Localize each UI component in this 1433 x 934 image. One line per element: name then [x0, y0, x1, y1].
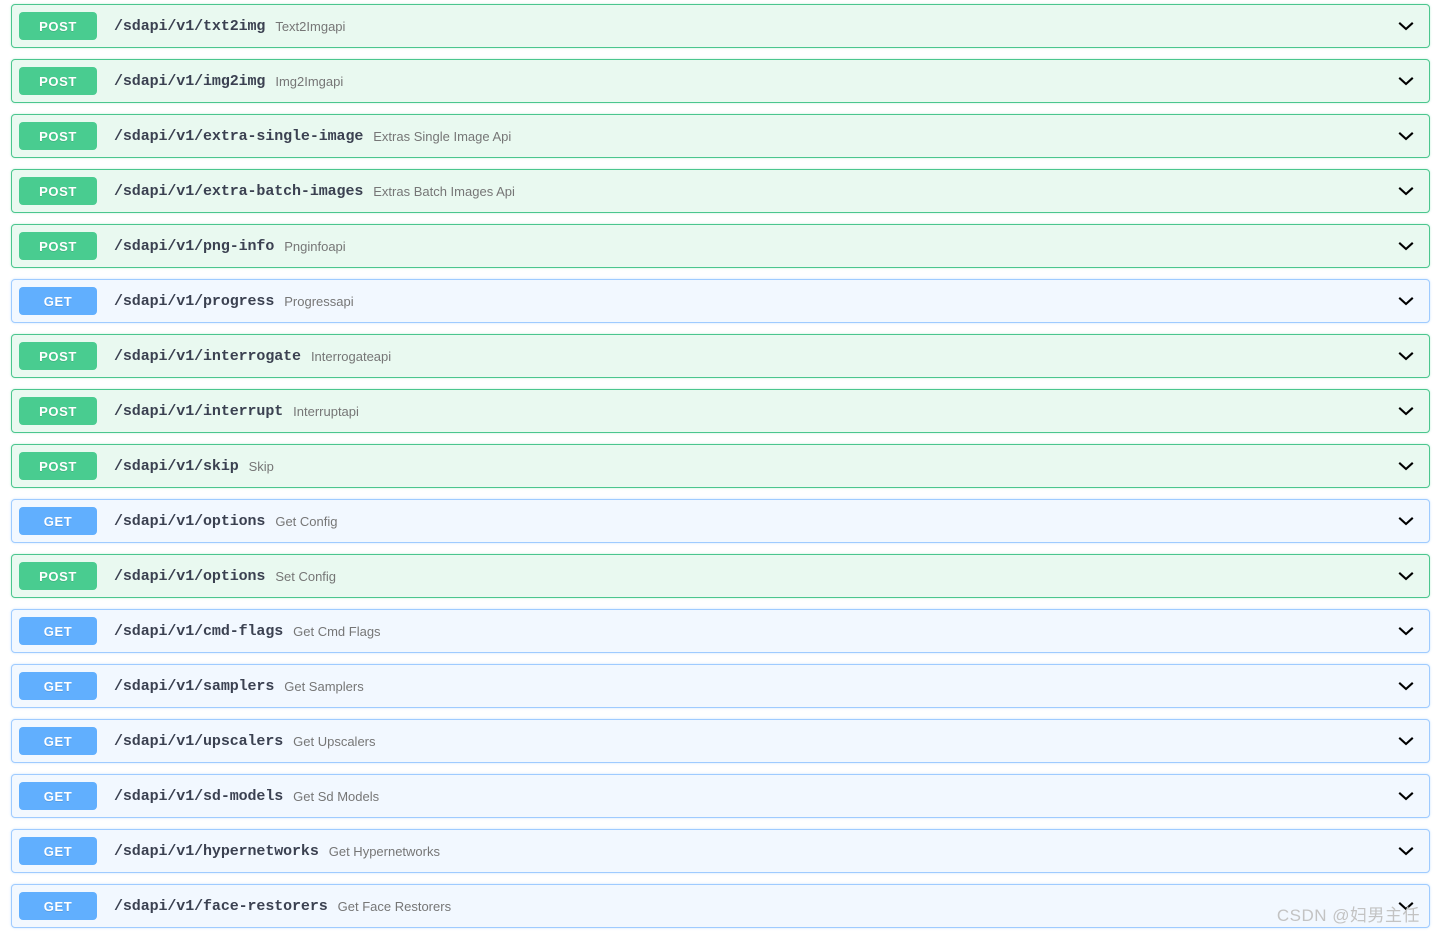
operation-summary: Img2Imgapi [275, 73, 344, 89]
method-badge-get: GET [19, 892, 97, 920]
operation-summary: Skip [248, 458, 274, 474]
operation-summary: Get Upscalers [293, 733, 376, 749]
method-badge-get: GET [19, 617, 97, 645]
chevron-down-icon[interactable] [1391, 346, 1421, 366]
chevron-down-icon[interactable] [1391, 401, 1421, 421]
chevron-down-icon[interactable] [1391, 291, 1421, 311]
operation-summary: Get Config [275, 513, 338, 529]
operation-summary: Set Config [275, 568, 337, 584]
operation-path: /sdapi/v1/txt2img [114, 17, 266, 35]
operation-row-get-sdapi-v1-samplers[interactable]: GET/sdapi/v1/samplers Get Samplers [11, 664, 1430, 708]
method-badge-get: GET [19, 672, 97, 700]
chevron-down-icon[interactable] [1391, 676, 1421, 696]
operation-row-post-sdapi-v1-txt2img[interactable]: POST/sdapi/v1/txt2img Text2Imgapi [11, 4, 1430, 48]
operation-summary: Get Cmd Flags [293, 623, 381, 639]
method-badge-post: POST [19, 562, 97, 590]
operation-summary: Extras Single Image Api [373, 128, 512, 144]
operation-row-post-sdapi-v1-img2img[interactable]: POST/sdapi/v1/img2img Img2Imgapi [11, 59, 1430, 103]
operation-path: /sdapi/v1/extra-single-image [114, 127, 364, 145]
chevron-down-icon[interactable] [1391, 731, 1421, 751]
operation-summary: Get Samplers [284, 678, 364, 694]
method-badge-post: POST [19, 452, 97, 480]
operation-path: /sdapi/v1/interrogate [114, 347, 301, 365]
chevron-down-icon[interactable] [1391, 71, 1421, 91]
method-badge-post: POST [19, 177, 97, 205]
operation-row-get-sdapi-v1-hypernetworks[interactable]: GET/sdapi/v1/hypernetworks Get Hypernetwo… [11, 829, 1430, 873]
chevron-down-icon[interactable] [1391, 456, 1421, 476]
operation-path: /sdapi/v1/face-restorers [114, 897, 328, 915]
operation-summary: Get Sd Models [293, 788, 380, 804]
method-badge-get: GET [19, 782, 97, 810]
operation-path: /sdapi/v1/skip [114, 457, 239, 475]
method-badge-get: GET [19, 507, 97, 535]
operation-path: /sdapi/v1/samplers [114, 677, 275, 695]
operation-path: /sdapi/v1/progress [114, 292, 275, 310]
operation-row-get-sdapi-v1-cmd-flags[interactable]: GET/sdapi/v1/cmd-flags Get Cmd Flags [11, 609, 1430, 653]
operation-row-post-sdapi-v1-extra-single-image[interactable]: POST/sdapi/v1/extra-single-image Extras S… [11, 114, 1430, 158]
operation-row-post-sdapi-v1-skip[interactable]: POST/sdapi/v1/skip Skip [11, 444, 1430, 488]
chevron-down-icon[interactable] [1391, 16, 1421, 36]
operation-summary: Interruptapi [293, 403, 359, 419]
operation-row-get-sdapi-v1-sd-models[interactable]: GET/sdapi/v1/sd-models Get Sd Models [11, 774, 1430, 818]
operation-path: /sdapi/v1/interrupt [114, 402, 284, 420]
chevron-down-icon[interactable] [1391, 181, 1421, 201]
operation-row-post-sdapi-v1-interrogate[interactable]: POST/sdapi/v1/interrogate Interrogateapi [11, 334, 1430, 378]
operation-summary: Interrogateapi [310, 348, 392, 364]
method-badge-get: GET [19, 837, 97, 865]
operation-path: /sdapi/v1/extra-batch-images [114, 182, 364, 200]
operation-row-post-sdapi-v1-options[interactable]: POST/sdapi/v1/options Set Config [11, 554, 1430, 598]
method-badge-post: POST [19, 67, 97, 95]
operation-row-post-sdapi-v1-extra-batch-images[interactable]: POST/sdapi/v1/extra-batch-images Extras B… [11, 169, 1430, 213]
operation-summary: Pnginfoapi [284, 238, 346, 254]
operation-path: /sdapi/v1/sd-models [114, 787, 284, 805]
operation-path: /sdapi/v1/png-info [114, 237, 275, 255]
operation-row-post-sdapi-v1-interrupt[interactable]: POST/sdapi/v1/interrupt Interruptapi [11, 389, 1430, 433]
operation-summary: Get Hypernetworks [328, 843, 440, 859]
operation-summary: Progressapi [284, 293, 354, 309]
chevron-down-icon[interactable] [1391, 786, 1421, 806]
method-badge-post: POST [19, 122, 97, 150]
operation-path: /sdapi/v1/options [114, 512, 266, 530]
operation-summary: Text2Imgapi [275, 18, 346, 34]
operation-summary: Get Face Restorers [337, 898, 452, 914]
method-badge-post: POST [19, 342, 97, 370]
chevron-down-icon[interactable] [1391, 126, 1421, 146]
method-badge-get: GET [19, 287, 97, 315]
operation-path: /sdapi/v1/options [114, 567, 266, 585]
operation-path: /sdapi/v1/upscalers [114, 732, 284, 750]
method-badge-get: GET [19, 727, 97, 755]
chevron-down-icon[interactable] [1391, 236, 1421, 256]
operation-path: /sdapi/v1/img2img [114, 72, 266, 90]
chevron-down-icon[interactable] [1391, 566, 1421, 586]
operation-row-get-sdapi-v1-options[interactable]: GET/sdapi/v1/options Get Config [11, 499, 1430, 543]
chevron-down-icon[interactable] [1391, 841, 1421, 861]
operation-summary: Extras Batch Images Api [373, 183, 515, 199]
method-badge-post: POST [19, 12, 97, 40]
method-badge-post: POST [19, 397, 97, 425]
operation-row-post-sdapi-v1-png-info[interactable]: POST/sdapi/v1/png-info Pnginfoapi [11, 224, 1430, 268]
swagger-operations-page: POST/sdapi/v1/txt2img Text2Imgapi POST/sda… [0, 0, 1433, 934]
operation-row-get-sdapi-v1-upscalers[interactable]: GET/sdapi/v1/upscalers Get Upscalers [11, 719, 1430, 763]
chevron-down-icon[interactable] [1391, 511, 1421, 531]
operation-path: /sdapi/v1/hypernetworks [114, 842, 319, 860]
operation-path: /sdapi/v1/cmd-flags [114, 622, 284, 640]
operation-row-get-sdapi-v1-progress[interactable]: GET/sdapi/v1/progress Progressapi [11, 279, 1430, 323]
operation-row-get-sdapi-v1-face-restorers[interactable]: GET/sdapi/v1/face-restorers Get Face Rest… [11, 884, 1430, 928]
method-badge-post: POST [19, 232, 97, 260]
chevron-down-icon[interactable] [1391, 621, 1421, 641]
operations-list: POST/sdapi/v1/txt2img Text2Imgapi POST/sda… [0, 4, 1433, 934]
chevron-down-icon[interactable] [1391, 896, 1421, 916]
